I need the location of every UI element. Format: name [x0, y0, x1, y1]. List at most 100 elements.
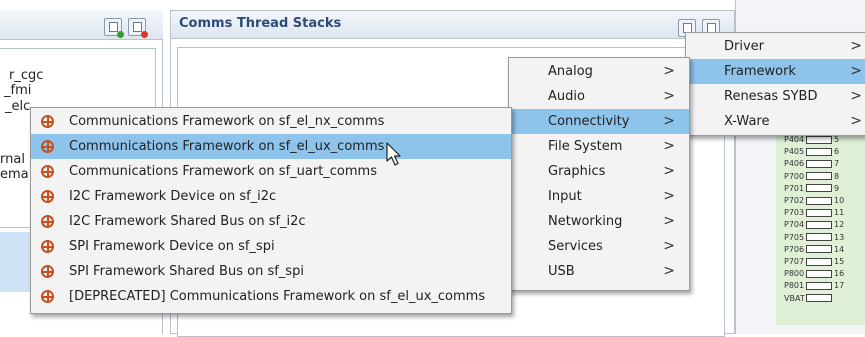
pin-row[interactable]: P800 16 [784, 269, 844, 278]
category-menu-item[interactable]: Networking > [509, 209, 689, 234]
pin-row[interactable]: VBAT [784, 294, 834, 303]
pin-row[interactable]: P700 8 [784, 172, 839, 181]
pin-label: P801 [784, 281, 805, 291]
stack-menu-item-label: Communications Framework on sf_uart_comm… [69, 164, 377, 179]
list-item[interactable]: _elc [5, 99, 30, 114]
pin-number: 17 [834, 281, 845, 291]
component-crosshair-icon [41, 215, 54, 228]
category-menu-item[interactable]: Services > [509, 234, 689, 259]
framework-menu-item[interactable]: X-Ware > [686, 109, 865, 134]
pin-label: P707 [784, 257, 805, 266]
pin-number: 7 [834, 159, 840, 169]
chevron-right-icon: > [663, 88, 675, 104]
pin-symbol [806, 257, 832, 266]
stack-menu-item-label: SPI Framework Device on sf_spi [69, 239, 275, 254]
list-item[interactable]: ema [0, 167, 29, 182]
pin-row[interactable]: P704 12 [784, 220, 844, 229]
pin-row[interactable]: P703 11 [784, 208, 844, 217]
category-menu-item[interactable]: Analog > [509, 59, 689, 84]
category-menu-item-label: Audio [548, 89, 585, 104]
pin-row[interactable]: P705 13 [784, 233, 844, 242]
chevron-right-icon: > [663, 163, 675, 179]
framework-menu-item-label: Framework [724, 64, 796, 79]
chevron-right-icon: > [663, 63, 675, 79]
category-menu-item[interactable]: Input > [509, 184, 689, 209]
chevron-right-icon: > [663, 113, 675, 129]
pin-row[interactable]: P404 5 [784, 135, 839, 144]
framework-menu-item-label: Renesas SYBD [724, 89, 818, 104]
category-menu-item[interactable]: USB > [509, 259, 689, 284]
category-menu-item[interactable]: Audio > [509, 84, 689, 109]
stack-menu-item-label: Communications Framework on sf_el_ux_com… [69, 139, 385, 154]
pin-row[interactable]: P801 17 [784, 281, 844, 290]
pin-symbol [806, 208, 832, 217]
add-element-icon[interactable] [104, 18, 124, 38]
pin-number: 14 [834, 244, 845, 254]
pin-row[interactable]: P702 10 [784, 196, 844, 205]
stack-menu-item[interactable]: I2C Framework Shared Bus on sf_i2c [31, 209, 511, 234]
pin-row[interactable]: P706 14 [784, 245, 844, 254]
component-crosshair-icon [41, 165, 54, 178]
chevron-right-icon: > [850, 38, 862, 54]
pin-label: P406 [784, 159, 805, 169]
stack-menu-item-label: SPI Framework Shared Bus on sf_spi [69, 264, 304, 279]
category-menu-item-label: Input [548, 189, 582, 204]
pin-row[interactable]: P707 15 [784, 257, 844, 266]
stack-menu-item-label: I2C Framework Shared Bus on sf_i2c [69, 214, 306, 229]
pin-number: 10 [834, 196, 845, 205]
stack-menu-item[interactable]: SPI Framework Device on sf_spi [31, 234, 511, 259]
pin-row[interactable]: P405 6 [784, 147, 839, 156]
stack-menu-item[interactable]: Communications Framework on sf_el_ux_com… [31, 134, 511, 159]
chevron-right-icon: > [663, 238, 675, 254]
pin-symbol [806, 159, 832, 168]
category-menu-item[interactable]: Graphics > [509, 159, 689, 184]
stack-menu-item-label: [DEPRECATED] Communications Framework on… [69, 289, 486, 304]
category-menu-item-label: Services [548, 239, 603, 254]
stack-menu-item[interactable]: SPI Framework Shared Bus on sf_spi [31, 259, 511, 284]
chevron-right-icon: > [850, 113, 862, 129]
pin-symbol [806, 220, 832, 229]
component-crosshair-icon [41, 240, 54, 253]
list-item[interactable]: _fmi [4, 83, 31, 98]
threads-panel-header [0, 10, 163, 40]
pin-number: 6 [834, 147, 840, 157]
pin-symbol [806, 233, 832, 242]
pin-label: P404 [784, 135, 805, 144]
pin-label: P705 [784, 232, 805, 242]
pin-number: 5 [834, 135, 840, 144]
chevron-right-icon: > [663, 263, 675, 279]
stacks-panel-header: Comms Thread Stacks [171, 11, 734, 39]
chevron-right-icon: > [850, 88, 862, 104]
pin-number: 15 [834, 257, 845, 266]
pin-label: P701 [784, 183, 805, 193]
stack-menu-item[interactable]: [DEPRECATED] Communications Framework on… [31, 284, 511, 309]
pin-number: 11 [834, 208, 845, 218]
pin-label: P405 [784, 147, 805, 157]
framework-menu-item[interactable]: Driver > [686, 34, 865, 59]
list-item[interactable]: rnal [0, 152, 25, 167]
pin-row[interactable]: P701 9 [784, 184, 839, 193]
pin-symbol [806, 172, 832, 181]
panel-title: Comms Thread Stacks [179, 16, 342, 31]
framework-menu-item-label: Driver [724, 39, 765, 54]
stack-menu-item[interactable]: Communications Framework on sf_el_nx_com… [31, 109, 511, 134]
framework-menu-item[interactable]: Framework > [686, 59, 865, 84]
remove-element-icon[interactable] [128, 18, 148, 38]
framework-menu-item[interactable]: Renesas SYBD > [686, 84, 865, 109]
component-crosshair-icon [41, 140, 54, 153]
stack-menu-item[interactable]: Communications Framework on sf_uart_comm… [31, 159, 511, 184]
component-crosshair-icon [41, 290, 54, 303]
category-menu-item[interactable]: File System > [509, 134, 689, 159]
chevron-right-icon: > [663, 213, 675, 229]
pin-symbol [806, 196, 832, 205]
pin-label: P703 [784, 208, 805, 218]
category-menu-item[interactable]: Connectivity > [509, 109, 689, 134]
pin-symbol [806, 245, 832, 254]
stack-menu-item[interactable]: I2C Framework Device on sf_i2c [31, 184, 511, 209]
pin-symbol [806, 147, 832, 156]
category-menu-item-label: File System [548, 139, 623, 154]
pin-row[interactable]: P406 7 [784, 159, 839, 168]
category-menu-item-label: Networking [548, 214, 623, 229]
list-item[interactable]: r_cgc [9, 68, 43, 83]
mouse-cursor-icon [386, 142, 401, 166]
